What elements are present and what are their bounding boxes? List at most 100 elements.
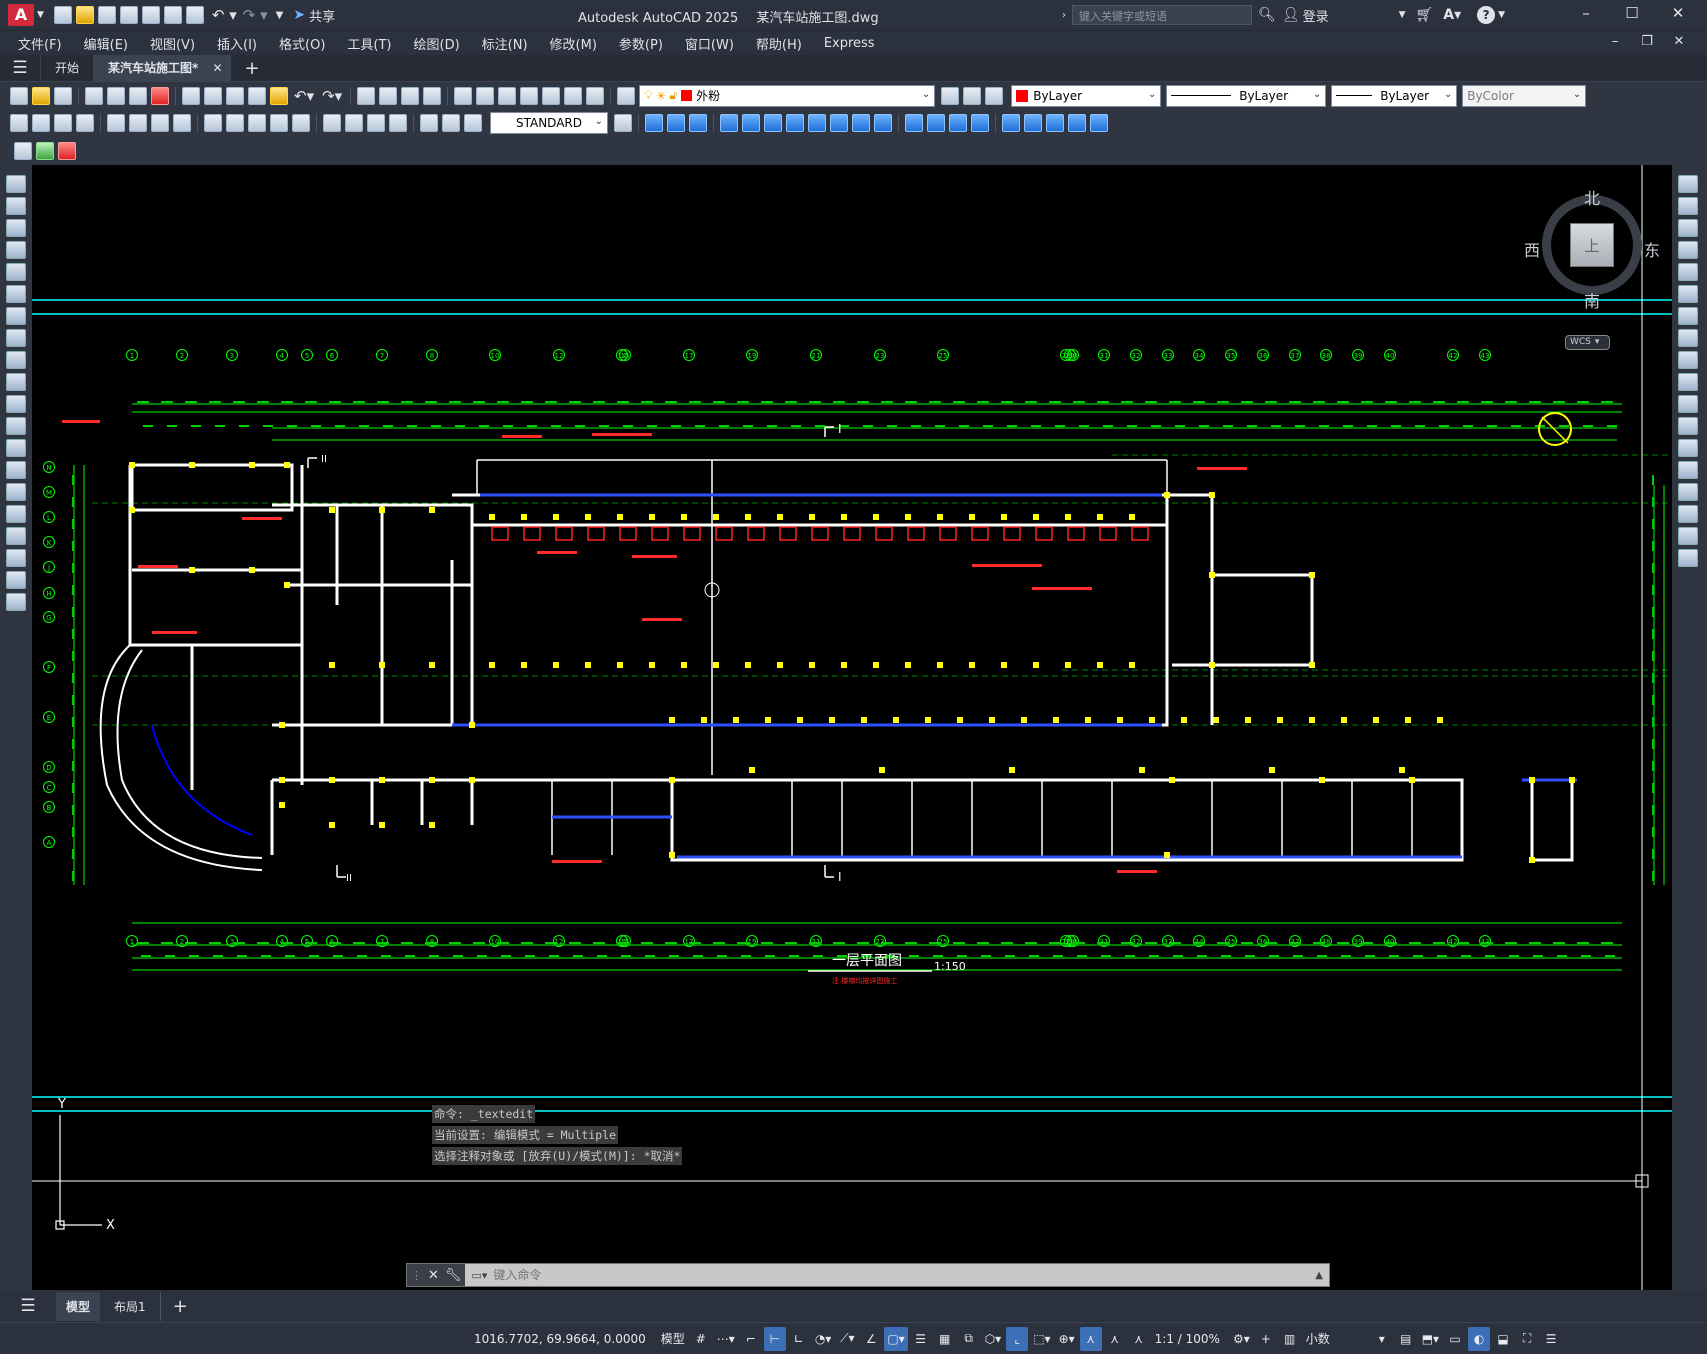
layer-properties-icon[interactable] <box>617 86 636 105</box>
clean-screen-icon[interactable]: ⛶ <box>1516 1327 1538 1351</box>
search-expand-icon[interactable]: › <box>1062 10 1066 21</box>
point-icon[interactable] <box>6 461 26 479</box>
selection-cycling-icon[interactable]: ⧉ <box>958 1327 980 1351</box>
zoom-previous-icon[interactable] <box>423 86 442 105</box>
frame-icon[interactable] <box>58 142 76 160</box>
make-current-layer-icon[interactable] <box>941 86 960 105</box>
doc-restore-icon[interactable]: ❐ <box>1631 34 1663 49</box>
camera-icon[interactable] <box>1068 114 1086 132</box>
tab-layout1[interactable]: 布局1 <box>100 1291 161 1321</box>
redo-toolbar-icon[interactable]: ↷▾ <box>322 87 342 105</box>
polyline-icon[interactable] <box>6 219 26 237</box>
units-label[interactable]: 小数 <box>1303 1327 1369 1351</box>
sheetset-icon[interactable] <box>520 86 539 105</box>
preview-icon[interactable] <box>107 86 125 105</box>
annotation-monitor-icon[interactable]: + <box>1255 1327 1277 1351</box>
lights-icon[interactable] <box>971 114 989 132</box>
color-dropdown[interactable]: ByLayer ⌄ <box>1011 84 1162 107</box>
print-icon[interactable] <box>85 86 103 105</box>
viewcube-north[interactable]: 北 <box>1584 185 1600 209</box>
object-snap-tracking-icon[interactable]: ∠ <box>860 1327 882 1351</box>
union-icon[interactable] <box>808 114 826 132</box>
help-chevron-icon[interactable]: ▼ <box>1498 10 1505 20</box>
dim-continue-icon[interactable] <box>248 114 266 132</box>
cart-icon[interactable]: 🛒︎ <box>1416 7 1434 23</box>
cone-icon[interactable] <box>689 114 707 132</box>
selection-filter-icon[interactable]: ⬚▾ <box>1030 1327 1053 1351</box>
minimize-icon[interactable]: – <box>1563 4 1609 22</box>
add-layout-icon[interactable]: + <box>173 1296 188 1317</box>
maximize-icon[interactable]: ☐ <box>1609 4 1655 22</box>
menu-item-0[interactable]: 文件(F) <box>7 34 73 53</box>
help-toolbar-icon[interactable] <box>586 86 605 105</box>
viewcube[interactable]: 上 北 南 西 东 <box>1524 185 1660 311</box>
isolate-objects-icon[interactable]: ◐ <box>1468 1326 1491 1351</box>
viewcube-west[interactable]: 西 <box>1524 237 1540 261</box>
offset-icon[interactable] <box>1678 241 1698 259</box>
dynamic-ucs-icon[interactable]: ⌞ <box>1006 1326 1029 1351</box>
quick-properties-icon[interactable]: ▤ <box>1395 1327 1417 1351</box>
gizmo-icon[interactable]: ⊕▾ <box>1056 1327 1078 1351</box>
help-search-input[interactable]: 键入关键字或短语 <box>1072 5 1252 25</box>
dim-baseline-icon[interactable] <box>226 114 244 132</box>
zoom-window-icon[interactable] <box>401 86 420 105</box>
layer-thaw-icon[interactable]: ☀ <box>656 89 667 103</box>
wcs-menu[interactable]: WCS ▾ <box>1565 335 1610 350</box>
open-file-icon[interactable] <box>75 6 94 24</box>
polar-tracking-icon[interactable]: ◔▾ <box>812 1327 835 1351</box>
coordinates-display[interactable]: 1016.7702, 69.9664, 0.0000 <box>471 1327 649 1351</box>
web-save-icon[interactable] <box>141 6 160 24</box>
ellipse-icon[interactable] <box>6 373 26 391</box>
mtext-icon[interactable] <box>6 571 26 589</box>
viewcube-top-face[interactable]: 上 <box>1570 223 1614 267</box>
markup-icon[interactable] <box>542 86 561 105</box>
region-icon[interactable] <box>6 527 26 545</box>
table-icon[interactable] <box>6 549 26 567</box>
extend-icon[interactable] <box>1678 395 1698 413</box>
revolve-icon[interactable] <box>742 114 760 132</box>
stretch-icon[interactable] <box>1678 351 1698 369</box>
close-icon[interactable]: ✕ <box>1655 4 1701 22</box>
login-chevron-icon[interactable]: ▼ <box>1399 10 1406 20</box>
chamfer-icon[interactable] <box>1678 483 1698 501</box>
autocad-logo[interactable]: A <box>8 4 34 26</box>
arc-icon[interactable] <box>6 285 26 303</box>
drawing-canvas[interactable]: 1 2 3 4 5 6 7 8 10 12 14 15 17 19 21 23 25 28 29 30 31 32 33 34… <box>32 165 1672 1290</box>
text-style-dropdown[interactable]: STANDARD ⌄ <box>490 112 608 134</box>
block-editor-icon[interactable] <box>270 86 288 105</box>
dim-aligned-icon[interactable] <box>32 114 50 132</box>
scale-icon[interactable] <box>1678 329 1698 347</box>
menu-item-2[interactable]: 视图(V) <box>139 34 206 53</box>
trim-icon[interactable] <box>1678 373 1698 391</box>
layer-states-icon[interactable] <box>985 86 1004 105</box>
login-button[interactable]: 登录 <box>1303 6 1329 25</box>
help-icon[interactable]: ? <box>1477 6 1496 24</box>
center-mark-icon[interactable] <box>345 114 363 132</box>
qnew-icon[interactable] <box>10 86 28 105</box>
menu-item-5[interactable]: 工具(T) <box>336 34 402 53</box>
quick-dim-icon[interactable] <box>204 114 222 132</box>
circle-icon[interactable] <box>6 307 26 325</box>
jogged-linear-icon[interactable] <box>389 114 407 132</box>
doc-minimize-icon[interactable]: – <box>1599 34 1631 49</box>
infer-constraints-icon[interactable]: ⌐ <box>740 1327 762 1351</box>
3d-osnap-icon[interactable]: ⬡▾ <box>982 1327 1005 1351</box>
object-snap-icon[interactable]: ▢▾ <box>884 1326 908 1351</box>
grid-icon[interactable]: # <box>690 1327 712 1351</box>
menu-item-6[interactable]: 绘图(D) <box>403 34 471 53</box>
app-menu-chevron-icon[interactable]: ▼ <box>37 10 44 20</box>
make-block-icon[interactable] <box>6 439 26 457</box>
ellipse-arc-icon[interactable] <box>6 395 26 413</box>
dim-angular-icon[interactable] <box>173 114 191 132</box>
render-icon[interactable] <box>927 114 945 132</box>
copy-icon[interactable] <box>204 86 222 105</box>
dim-break-icon[interactable] <box>292 114 310 132</box>
tab-close-icon[interactable]: ✕ <box>212 61 222 75</box>
line-icon[interactable] <box>6 175 26 193</box>
dim-diameter-icon[interactable] <box>151 114 169 132</box>
tolerance-icon[interactable] <box>323 114 341 132</box>
tab-model[interactable]: 模型 <box>56 1291 101 1321</box>
dim-ordinate-icon[interactable] <box>76 114 94 132</box>
snap-icon[interactable]: ⋯▾ <box>714 1327 738 1351</box>
array-icon[interactable] <box>1678 263 1698 281</box>
